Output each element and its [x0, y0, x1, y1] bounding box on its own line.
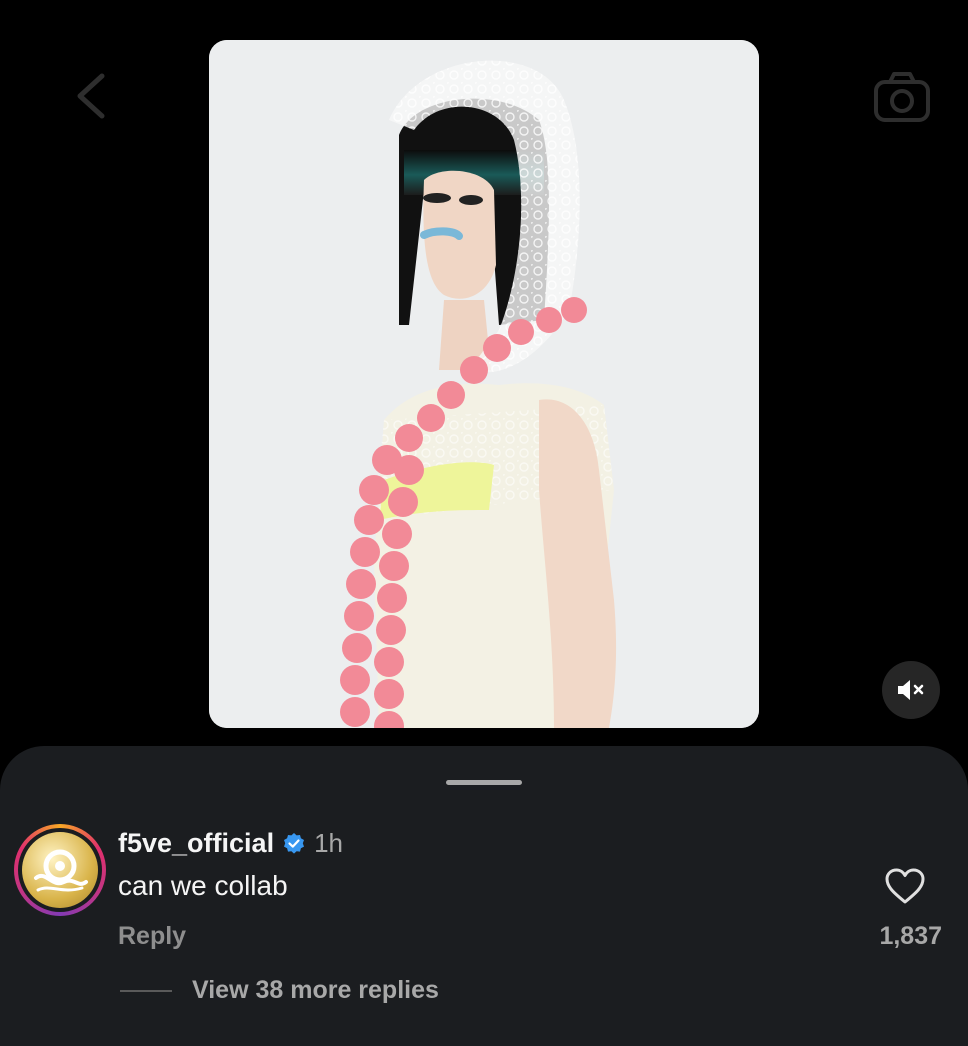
- post-media[interactable]: [209, 40, 759, 728]
- comment-text: can we collab: [118, 870, 288, 901]
- avatar[interactable]: [22, 832, 98, 908]
- comment-username[interactable]: f5ve_official: [118, 828, 274, 859]
- comment-timestamp: 1h: [314, 828, 343, 858]
- chevron-left-icon[interactable]: [66, 68, 122, 124]
- comments-sheet: f5ve_official 1h can we collab Reply 1,8…: [0, 746, 968, 1046]
- mute-button[interactable]: [882, 661, 940, 719]
- brand-logo-icon: [34, 849, 88, 892]
- heart-outline-icon[interactable]: [884, 867, 926, 905]
- reply-button[interactable]: Reply: [118, 922, 186, 951]
- speaker-muted-icon: [898, 680, 924, 700]
- thread-divider: [120, 990, 172, 992]
- view-more-replies-button[interactable]: View 38 more replies: [192, 976, 439, 1005]
- verified-badge-icon: [284, 832, 305, 854]
- like-count: 1,837: [879, 922, 942, 950]
- camera-icon[interactable]: [872, 70, 932, 124]
- avatar-story-ring[interactable]: [14, 824, 106, 916]
- sheet-drag-handle[interactable]: [446, 780, 522, 785]
- portrait-photo: [209, 40, 759, 728]
- comment-header: f5ve_official 1h: [118, 828, 343, 859]
